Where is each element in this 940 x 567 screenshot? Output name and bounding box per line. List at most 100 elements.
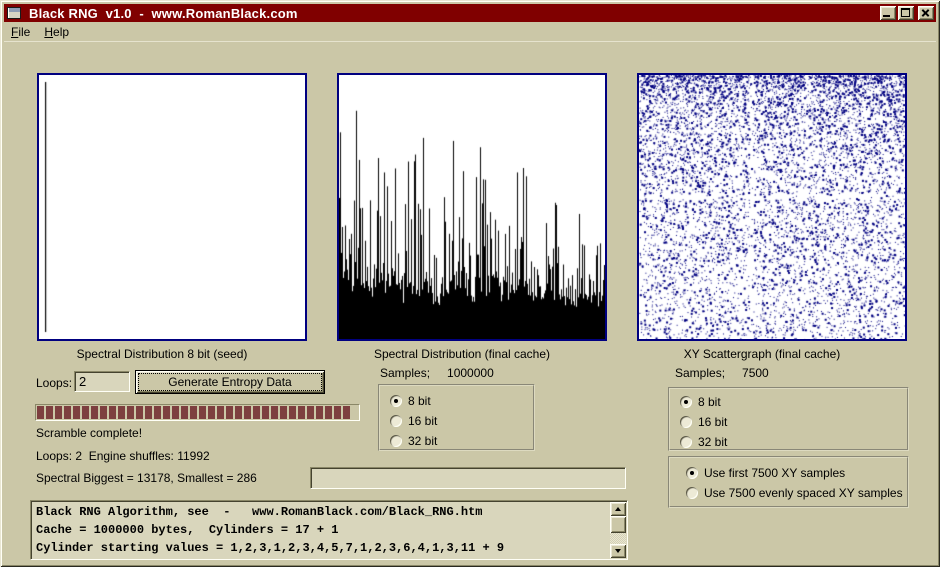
titlebar: Black RNG v1.0 - www.RomanBlack.com <box>4 4 936 22</box>
log-scrollbar[interactable] <box>610 502 626 558</box>
seed-chart-label: Spectral Distribution 8 bit (seed) <box>27 347 297 361</box>
scatter-chart-label: XY Scattergraph (final cache) <box>627 347 897 361</box>
progress-block <box>280 406 287 419</box>
progress-block <box>55 406 62 419</box>
scroll-up-button[interactable] <box>610 502 626 516</box>
progress-block <box>199 406 206 419</box>
scatter-bitdepth-group: 8 bit 16 bit 32 bit <box>668 387 909 451</box>
radio-scatter-8bit[interactable]: 8 bit <box>680 392 907 412</box>
radio-label: 32 bit <box>408 434 437 448</box>
xy-scattergraph-chart <box>637 73 907 341</box>
radio-label: 8 bit <box>408 394 431 408</box>
app-window: Black RNG v1.0 - www.RomanBlack.com File… <box>0 0 940 567</box>
progress-block <box>82 406 89 419</box>
progress-block <box>46 406 53 419</box>
progress-block <box>271 406 278 419</box>
status-spectral-range: Spectral Biggest = 13178, Smallest = 286 <box>36 471 257 485</box>
progress-block <box>334 406 341 419</box>
progress-block <box>154 406 161 419</box>
scatter-samples-label: Samples; <box>675 366 725 380</box>
radio-icon <box>686 467 698 479</box>
radio-xy-first[interactable]: Use first 7500 XY samples <box>686 463 907 483</box>
radio-icon <box>680 436 692 448</box>
radio-label: 16 bit <box>408 414 437 428</box>
window-form-icon <box>7 7 21 19</box>
titlebar-buttons <box>880 6 934 20</box>
progress-block <box>127 406 134 419</box>
progress-block <box>91 406 98 419</box>
radio-final-32bit[interactable]: 32 bit <box>390 431 533 451</box>
radio-icon <box>390 395 402 407</box>
progress-block <box>325 406 332 419</box>
final-samples-value: 1000000 <box>447 366 494 380</box>
progress-block <box>226 406 233 419</box>
scroll-down-button[interactable] <box>610 544 626 558</box>
menu-help[interactable]: Help <box>37 23 76 41</box>
progress-block <box>262 406 269 419</box>
final-samples-label: Samples; <box>380 366 430 380</box>
minimize-button[interactable] <box>880 6 896 20</box>
radio-final-8bit[interactable]: 8 bit <box>390 391 533 411</box>
radio-icon <box>686 487 698 499</box>
radio-icon <box>390 435 402 447</box>
progress-block <box>316 406 323 419</box>
progress-block <box>109 406 116 419</box>
xy-sample-mode-group: Use first 7500 XY samples Use 7500 evenl… <box>668 456 909 508</box>
progress-block <box>217 406 224 419</box>
progress-block <box>172 406 179 419</box>
progress-block <box>208 406 215 419</box>
scroll-thumb[interactable] <box>610 516 626 533</box>
algorithm-log-textbox[interactable]: Black RNG Algorithm, see - www.RomanBlac… <box>30 500 628 560</box>
radio-scatter-32bit[interactable]: 32 bit <box>680 432 907 452</box>
final-bitdepth-group: 8 bit 16 bit 32 bit <box>378 384 535 451</box>
progress-block <box>136 406 143 419</box>
progress-bar <box>35 404 360 421</box>
generate-entropy-button[interactable]: Generate Entropy Data <box>135 370 325 394</box>
radio-icon <box>680 396 692 408</box>
xy-scattergraph-canvas <box>639 75 905 339</box>
final-samples-row: Samples; 1000000 <box>380 366 494 380</box>
progress-block <box>145 406 152 419</box>
progress-block <box>298 406 305 419</box>
log-line: Cylinder starting values = 1,2,3,1,2,3,4… <box>36 539 607 557</box>
progress-block <box>253 406 260 419</box>
arrow-down-icon <box>615 549 621 553</box>
progress-block <box>181 406 188 419</box>
final-spectral-canvas <box>339 75 605 339</box>
radio-xy-evenly-spaced[interactable]: Use 7500 evenly spaced XY samples <box>686 483 907 503</box>
menu-file[interactable]: File <box>4 23 37 41</box>
radio-final-16bit[interactable]: 16 bit <box>390 411 533 431</box>
scatter-samples-value: 7500 <box>742 366 769 380</box>
progress-block <box>100 406 107 419</box>
radio-label: Use first 7500 XY samples <box>704 466 845 480</box>
progress-block <box>163 406 170 419</box>
radio-scatter-16bit[interactable]: 16 bit <box>680 412 907 432</box>
progress-block <box>307 406 314 419</box>
secondary-progress-bar <box>310 467 626 489</box>
log-line: Cache = 1000000 bytes, Cylinders = 17 + … <box>36 521 607 539</box>
radio-label: 32 bit <box>698 435 727 449</box>
close-button[interactable] <box>918 6 934 20</box>
progress-block <box>244 406 251 419</box>
minimize-icon <box>883 15 890 17</box>
app-icon[interactable] <box>7 7 23 20</box>
progress-block <box>73 406 80 419</box>
loops-input[interactable] <box>74 371 130 392</box>
final-chart-label: Spectral Distribution (final cache) <box>327 347 597 361</box>
menu-bar: File Help <box>4 23 936 42</box>
arrow-up-icon <box>615 507 621 511</box>
status-loops-shuffles: Loops: 2 Engine shuffles: 11992 <box>36 449 210 463</box>
window-title: Black RNG v1.0 - www.RomanBlack.com <box>29 6 298 21</box>
radio-icon <box>390 415 402 427</box>
radio-label: 8 bit <box>698 395 721 409</box>
log-line: Black RNG Algorithm, see - www.RomanBlac… <box>36 503 607 521</box>
radio-label: Use 7500 evenly spaced XY samples <box>704 486 903 500</box>
loops-label: Loops: <box>36 376 72 390</box>
maximize-button[interactable] <box>898 6 914 20</box>
seed-spectral-chart <box>37 73 307 341</box>
status-scramble: Scramble complete! <box>36 426 142 440</box>
progress-block <box>64 406 71 419</box>
seed-spectral-canvas <box>39 75 305 339</box>
progress-block <box>343 406 350 419</box>
algorithm-log-lines: Black RNG Algorithm, see - www.RomanBlac… <box>31 501 627 557</box>
